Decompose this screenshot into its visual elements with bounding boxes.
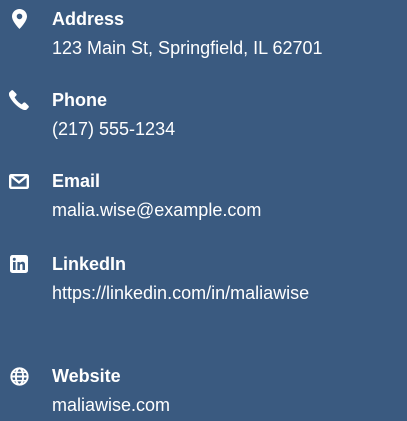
- linkedin-icon: [9, 254, 29, 274]
- email-label: Email: [52, 171, 101, 191]
- website-label: Website: [52, 366, 121, 386]
- envelope-icon: [9, 171, 29, 191]
- email-value: malia.wise@example.com: [52, 200, 262, 220]
- map-pin-icon: [9, 9, 29, 29]
- phone-value: (217) 555-1234: [52, 119, 176, 139]
- address-value: 123 Main St, Springfield, IL 62701: [52, 38, 323, 58]
- linkedin-label: LinkedIn: [52, 254, 127, 274]
- linkedin-value[interactable]: https://linkedin.com/in/maliawise: [52, 279, 397, 307]
- phone-label: Phone: [52, 90, 108, 110]
- address-label: Address: [52, 9, 125, 29]
- website-value[interactable]: maliawise.com: [52, 391, 397, 419]
- globe-icon: [9, 366, 29, 386]
- contact-list: Address 123 Main St, Springfield, IL 627…: [0, 0, 407, 421]
- phone-icon: [9, 90, 29, 110]
